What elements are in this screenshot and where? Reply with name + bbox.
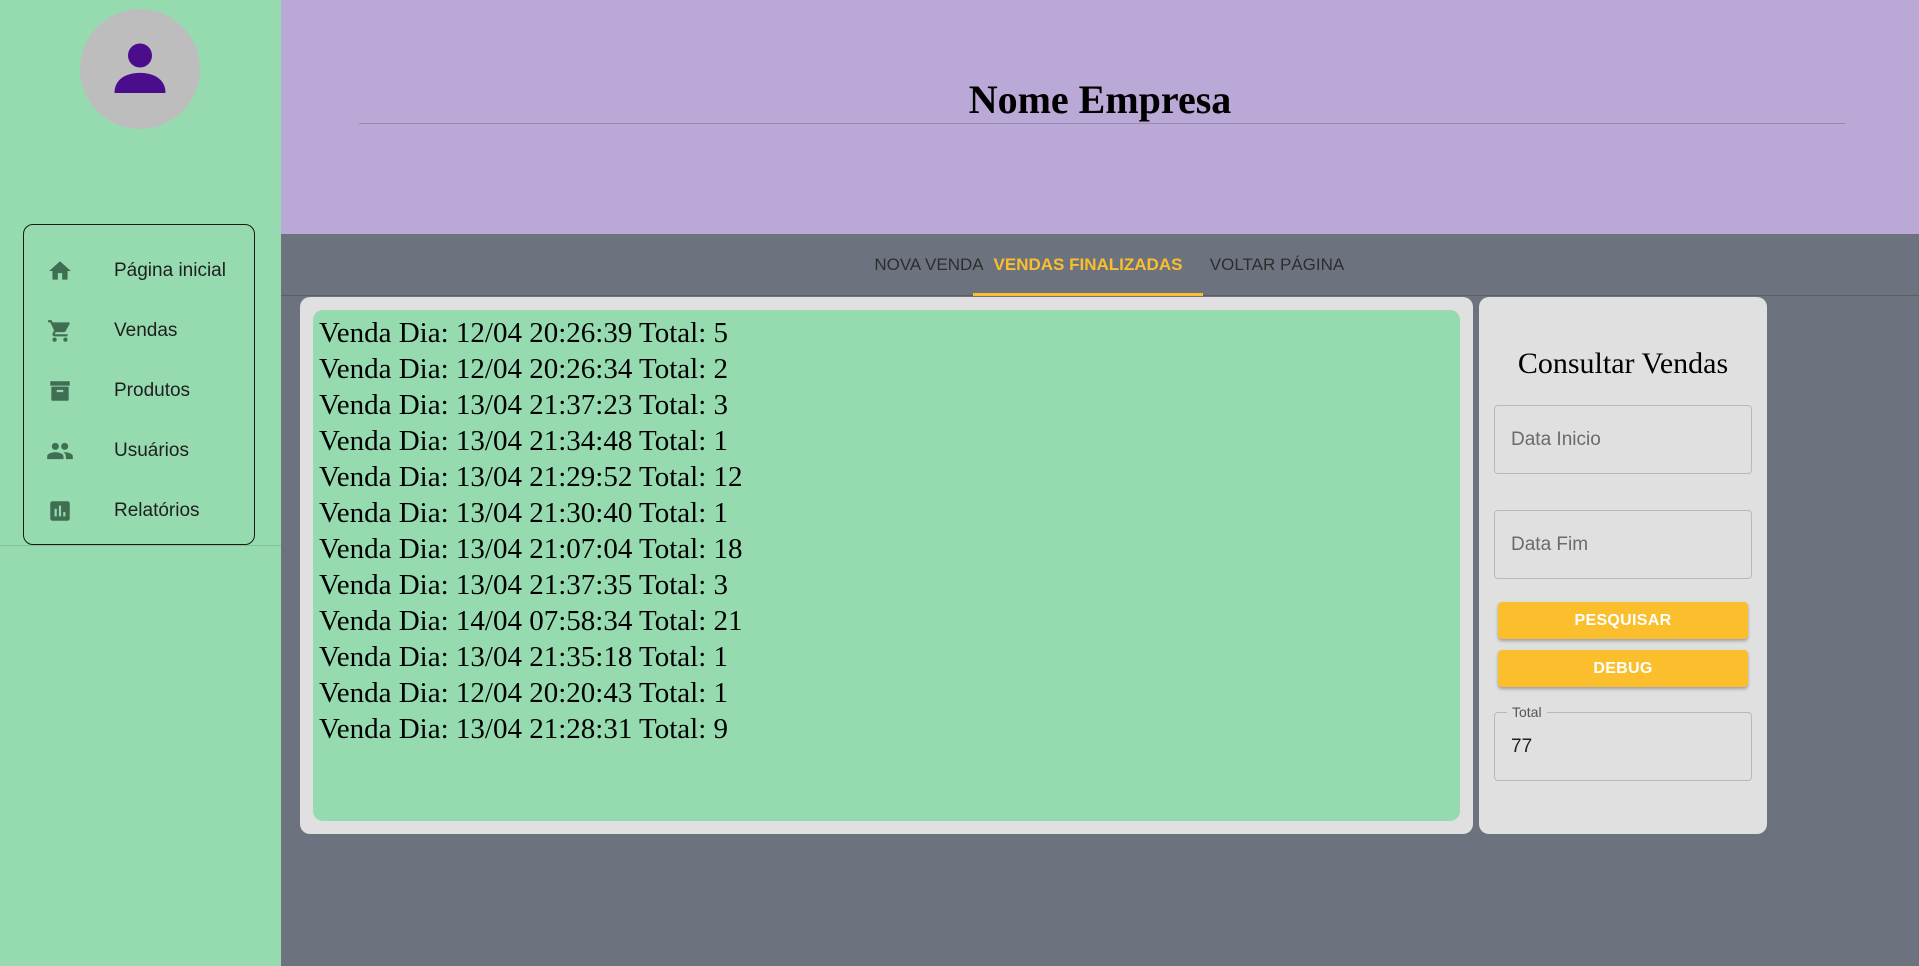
search-button[interactable]: PESQUISAR: [1498, 602, 1748, 639]
start-date-field: [1494, 405, 1752, 474]
sales-list-panel: Venda Dia: 12/04 20:26:39 Total: 5 Venda…: [300, 297, 1473, 834]
total-label: Total: [1507, 704, 1547, 720]
list-item: Venda Dia: 13/04 21:35:18 Total: 1: [319, 641, 729, 673]
tab-voltar-pagina[interactable]: VOLTAR PÁGINA: [1203, 234, 1351, 296]
cart-icon: [46, 317, 74, 345]
sidebar: Página inicial Vendas Produtos Usuários …: [0, 0, 281, 966]
sidebar-item-usuarios[interactable]: Usuários: [24, 421, 254, 481]
query-title: Consultar Vendas: [1517, 347, 1729, 380]
end-date-field: [1494, 510, 1752, 579]
sales-list[interactable]: Venda Dia: 12/04 20:26:39 Total: 5 Venda…: [313, 310, 1460, 821]
chart-icon: [46, 497, 74, 525]
users-icon: [46, 437, 74, 465]
tab-bar: NOVA VENDA VENDAS FINALIZADAS VOLTAR PÁG…: [281, 234, 1919, 296]
person-icon: [114, 43, 166, 93]
list-item: Venda Dia: 12/04 20:26:34 Total: 2: [319, 353, 729, 385]
avatar[interactable]: [80, 9, 200, 129]
list-item: Venda Dia: 13/04 21:34:48 Total: 1: [319, 425, 729, 457]
archive-icon: [46, 377, 74, 405]
tab-vendas-finalizadas[interactable]: VENDAS FINALIZADAS: [973, 234, 1203, 296]
start-date-input[interactable]: [1495, 406, 1751, 473]
header: Nome Empresa: [281, 0, 1919, 234]
total-field: Total: [1494, 704, 1752, 781]
sidebar-item-pagina-inicial[interactable]: Página inicial: [24, 241, 254, 301]
page-title: Nome Empresa: [968, 77, 1232, 122]
sidebar-item-label: Relatórios: [114, 500, 200, 521]
sidebar-item-produtos[interactable]: Produtos: [24, 361, 254, 421]
header-divider: [359, 123, 1845, 124]
sidebar-item-relatorios[interactable]: Relatórios: [24, 481, 254, 541]
list-item: Venda Dia: 13/04 21:37:23 Total: 3: [319, 389, 729, 421]
home-icon: [46, 257, 74, 285]
list-item: Venda Dia: 13/04 21:37:35 Total: 3: [319, 569, 729, 601]
sidebar-item-label: Usuários: [114, 440, 189, 461]
list-item: Venda Dia: 13/04 21:07:04 Total: 18: [319, 533, 743, 565]
sidebar-divider: [0, 545, 281, 546]
list-item: Venda Dia: 13/04 21:28:31 Total: 9: [319, 713, 729, 745]
list-item: Venda Dia: 13/04 21:29:52 Total: 12: [319, 461, 743, 493]
sidebar-nav: Página inicial Vendas Produtos Usuários …: [23, 224, 255, 545]
query-panel: Consultar Vendas PESQUISAR DEBUG Total: [1479, 297, 1767, 834]
end-date-input[interactable]: [1495, 511, 1751, 578]
list-item: Venda Dia: 12/04 20:20:43 Total: 1: [319, 677, 729, 709]
debug-button[interactable]: DEBUG: [1498, 650, 1748, 687]
list-item: Venda Dia: 14/04 07:58:34 Total: 21: [319, 605, 743, 637]
sidebar-item-label: Produtos: [114, 380, 191, 401]
sidebar-item-label: Página inicial: [114, 260, 226, 281]
list-item: Venda Dia: 12/04 20:26:39 Total: 5: [319, 317, 729, 349]
total-input[interactable]: [1495, 713, 1751, 780]
sidebar-item-label: Vendas: [114, 320, 178, 341]
list-item: Venda Dia: 13/04 21:30:40 Total: 1: [319, 497, 729, 529]
sidebar-item-vendas[interactable]: Vendas: [24, 301, 254, 361]
